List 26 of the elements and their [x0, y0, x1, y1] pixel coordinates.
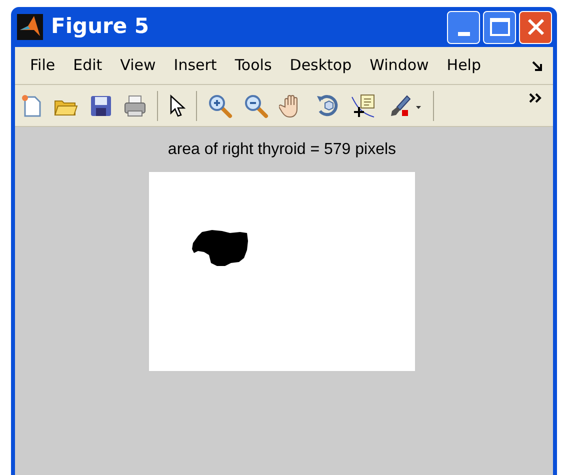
menu-item[interactable]: View: [113, 54, 163, 77]
maximize-icon: [490, 18, 510, 36]
zoom-in-icon[interactable]: [207, 92, 233, 118]
zoom-out-icon[interactable]: [243, 92, 269, 118]
menu-item[interactable]: File: [23, 54, 62, 77]
window-title: Figure 5: [51, 13, 150, 40]
menu-item[interactable]: Tools: [228, 54, 279, 77]
printer-icon[interactable]: [123, 94, 147, 118]
maximize-button[interactable]: [483, 10, 516, 44]
minimize-button[interactable]: [447, 10, 480, 44]
menu-item[interactable]: Edit: [66, 54, 110, 77]
close-icon: [526, 18, 544, 36]
data-cursor-icon[interactable]: [351, 92, 377, 118]
axes-title: area of right thyroid = 579 pixels: [168, 140, 396, 160]
overflow-chevron-icon[interactable]: [529, 93, 543, 103]
close-button[interactable]: [519, 10, 552, 44]
new-file-icon[interactable]: [21, 94, 43, 118]
menu-item[interactable]: Insert: [166, 54, 224, 77]
minimize-icon: [458, 32, 470, 36]
dock-arrow-icon[interactable]: [531, 60, 543, 72]
menu-item[interactable]: Help: [440, 54, 488, 77]
menu-item[interactable]: Desktop: [282, 54, 359, 77]
pointer-icon[interactable]: [168, 94, 186, 118]
menu-item[interactable]: Window: [362, 54, 436, 77]
thyroid-mask-shape: [192, 230, 248, 266]
app-logo-icon: [17, 14, 43, 40]
